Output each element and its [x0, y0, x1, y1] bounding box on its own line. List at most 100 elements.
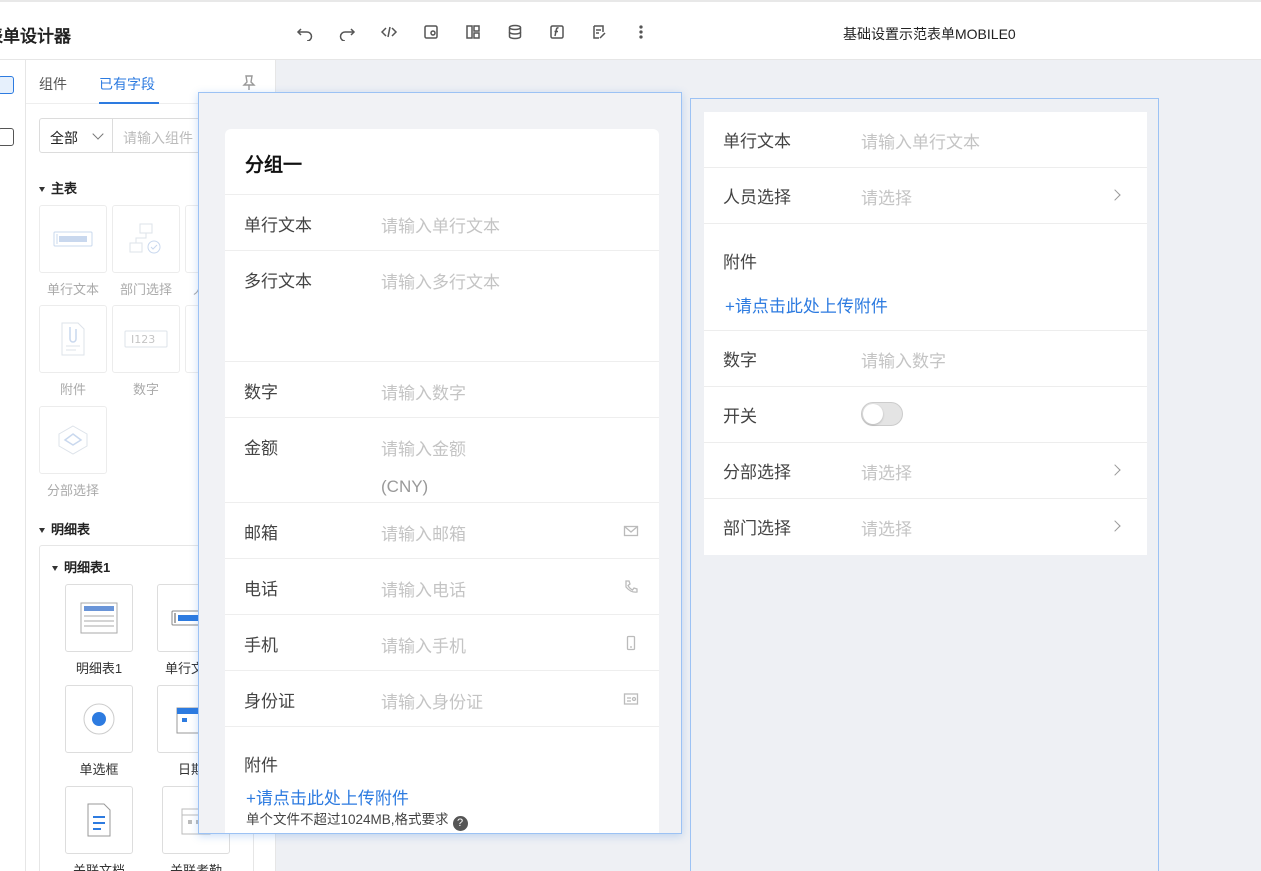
single-text-icon	[53, 231, 93, 247]
field-number[interactable]: 数字 请输入数字	[704, 331, 1147, 387]
field-label: 附件	[244, 756, 278, 775]
tab-existing-fields[interactable]: 已有字段	[99, 74, 155, 94]
field-label: 身份证	[244, 692, 295, 711]
undo-icon[interactable]	[284, 21, 326, 43]
field-subcompany-select[interactable]: 分部选择 请选择	[704, 443, 1147, 499]
main-table-group[interactable]: 主表	[39, 178, 77, 197]
app-title: 表单设计器	[0, 27, 71, 46]
field-placeholder[interactable]: 请输入数字	[381, 379, 466, 404]
field-placeholder[interactable]: 请输入金额	[381, 435, 466, 460]
field-id-card[interactable]: 身份证 请输入身份证	[225, 670, 659, 726]
document-icon	[87, 803, 111, 837]
field-list: 单行文本 请输入单行文本 人员选择 请选择 附件 +请点击此处上传附件 数字 请…	[704, 112, 1147, 555]
edit-note-icon[interactable]	[578, 21, 620, 43]
component-radio[interactable]: 单选框	[65, 685, 133, 778]
field-number[interactable]: 数字 请输入数字	[225, 361, 659, 417]
toggle-switch[interactable]	[861, 402, 903, 426]
database-icon[interactable]	[494, 21, 536, 43]
field-label: 单行文本	[244, 216, 312, 235]
component-department-select[interactable]: 部门选择	[112, 205, 180, 298]
type-filter-value: 全部	[50, 130, 78, 146]
field-placeholder[interactable]: 请输入电话	[381, 576, 466, 601]
id-card-icon	[623, 691, 639, 707]
redo-icon[interactable]	[326, 21, 368, 43]
mobile-icon	[623, 635, 639, 651]
field-placeholder[interactable]: 请输入单行文本	[861, 128, 980, 153]
help-icon[interactable]: ?	[452, 816, 468, 831]
text-component-icon[interactable]	[0, 76, 14, 94]
form-list-icon[interactable]	[0, 128, 14, 146]
chevron-right-icon	[1109, 464, 1121, 476]
field-label: 部门选择	[723, 519, 791, 538]
upload-attachment-link[interactable]: +请点击此处上传附件	[725, 292, 888, 317]
upload-attachment-link[interactable]: +请点击此处上传附件	[246, 784, 409, 809]
group-title: 分组一	[245, 155, 303, 176]
field-label: 人员选择	[723, 188, 791, 207]
field-attachment: 附件 +请点击此处上传附件	[704, 224, 1147, 331]
more-icon[interactable]	[620, 21, 662, 43]
component-related-doc[interactable]: 关联文档	[65, 786, 133, 871]
chevron-right-icon	[1109, 520, 1121, 532]
field-placeholder: 请选择	[861, 520, 912, 539]
field-placeholder[interactable]: 请输入邮箱	[381, 520, 466, 545]
left-rail	[0, 60, 26, 871]
field-label: 金额	[244, 439, 278, 458]
upload-note: 单个文件不超过1024MB,格式要求?	[246, 808, 468, 831]
field-placeholder[interactable]: 请输入单行文本	[381, 212, 500, 237]
field-placeholder: 请选择	[861, 464, 912, 483]
attachment-icon	[61, 322, 85, 356]
toolbar	[284, 21, 662, 43]
field-label: 邮箱	[244, 524, 278, 543]
phone-icon	[623, 579, 639, 595]
type-filter-select[interactable]: 全部	[39, 118, 113, 153]
field-label: 数字	[723, 351, 757, 370]
chevron-right-icon	[1109, 189, 1121, 201]
svg-text:I123: I123	[131, 333, 155, 346]
component-attachment[interactable]: 附件	[39, 305, 107, 398]
component-label: 关联文档	[72, 863, 125, 871]
layout-icon[interactable]	[452, 21, 494, 43]
component-label: 单行文本	[46, 282, 99, 297]
component-detail-table[interactable]: 明细表1	[65, 584, 133, 677]
component-label: 关联考勤	[169, 863, 222, 871]
radio-icon	[83, 703, 115, 735]
function-icon[interactable]	[536, 21, 578, 43]
form-name: 基础设置示范表单MOBILE0	[843, 26, 1016, 42]
field-department-select[interactable]: 部门选择 请选择	[704, 499, 1147, 555]
component-label: 明细表1	[75, 661, 123, 676]
field-placeholder[interactable]: 请输入多行文本	[381, 268, 500, 293]
group-card: 分组一 单行文本 请输入单行文本 多行文本 请输入多行文本 数字 请输入数字 金…	[225, 129, 659, 833]
field-single-text[interactable]: 单行文本 请输入单行文本	[704, 112, 1147, 168]
detail-table-group[interactable]: 明细表	[39, 519, 90, 538]
active-tab-indicator	[99, 102, 159, 104]
field-multi-text[interactable]: 多行文本 请输入多行文本	[225, 250, 659, 361]
field-mobile[interactable]: 手机 请输入手机	[225, 614, 659, 670]
component-number[interactable]: I123 数字	[112, 305, 180, 398]
field-amount[interactable]: 金额 请输入金额 (CNY)	[225, 417, 659, 502]
field-telephone[interactable]: 电话 请输入电话	[225, 558, 659, 614]
field-label: 手机	[244, 636, 278, 655]
top-bar: 表单设计器 基础设置示范表单MOBILE0	[0, 0, 1261, 60]
chevron-down-icon	[92, 128, 104, 140]
field-label: 数字	[244, 383, 278, 402]
field-label: 附件	[723, 253, 757, 272]
upload-note-text: 单个文件不超过1024MB,格式要求	[246, 812, 449, 827]
field-placeholder[interactable]: 请输入身份证	[381, 688, 483, 713]
currency-unit: (CNY)	[381, 477, 429, 496]
component-subcompany-select[interactable]: 分部选择	[39, 406, 107, 499]
component-single-text[interactable]: 单行文本	[39, 205, 107, 298]
field-person-select[interactable]: 人员选择 请选择	[704, 168, 1147, 224]
field-email[interactable]: 邮箱 请输入邮箱	[225, 502, 659, 558]
preview-settings-icon[interactable]	[410, 21, 452, 43]
pin-icon[interactable]	[242, 75, 256, 91]
field-placeholder[interactable]: 请输入数字	[861, 347, 946, 372]
component-label: 单选框	[79, 762, 119, 777]
tab-components[interactable]: 组件	[39, 74, 67, 94]
field-placeholder: 请选择	[861, 189, 912, 208]
field-single-text[interactable]: 单行文本 请输入单行文本	[225, 194, 659, 250]
code-icon[interactable]	[368, 21, 410, 43]
detail-table-1-group[interactable]: 明细表1	[52, 557, 110, 576]
mobile-form-preview: 分组一 单行文本 请输入单行文本 多行文本 请输入多行文本 数字 请输入数字 金…	[198, 92, 682, 834]
phone-canvas: 分组一 单行文本 请输入单行文本 多行文本 请输入多行文本 数字 请输入数字 金…	[213, 103, 681, 833]
field-placeholder[interactable]: 请输入手机	[381, 632, 466, 657]
